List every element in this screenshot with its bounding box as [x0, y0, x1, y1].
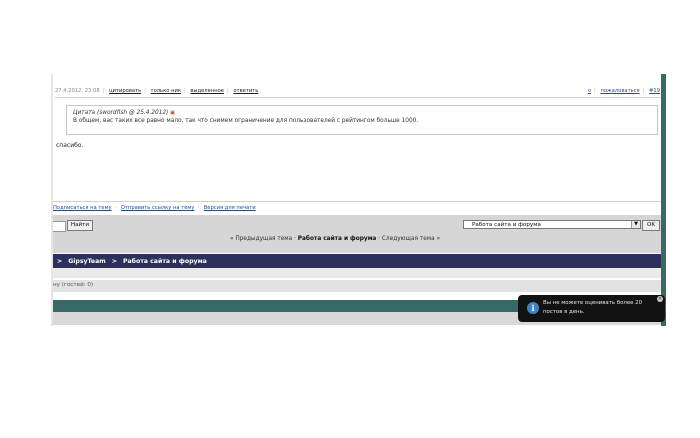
topic-links: Подписаться на тему · Отправить ссылку на…	[53, 205, 256, 211]
find-button[interactable]: Найти	[67, 220, 93, 231]
nick-only-link[interactable]: только ник	[151, 88, 181, 94]
post-divider	[55, 97, 661, 98]
post-date: 27.4.2012, 23:08	[55, 88, 100, 94]
quote-header: Цитата (swordfish @ 25.4.2012) ▣	[73, 110, 175, 116]
online-users-bar	[53, 280, 661, 292]
toast-message: Вы не можете оценивать более 20 постов в…	[543, 300, 643, 315]
breadcrumb-forum[interactable]: Работа сайта и форума	[123, 258, 207, 265]
report-link[interactable]: пожаловаться	[600, 88, 639, 94]
selected-link[interactable]: выделенное	[190, 88, 224, 94]
subscribe-link[interactable]: Подписаться на тему	[53, 205, 112, 211]
forum-select[interactable]: Работа сайта и форума ▼	[463, 220, 641, 229]
info-icon: i	[527, 302, 539, 314]
online-users-text: ну (гостей: 0)	[53, 282, 94, 288]
post-bottom-divider	[53, 201, 661, 202]
spacer-strip	[53, 268, 661, 278]
search-input[interactable]	[53, 221, 66, 232]
breadcrumb: > GipsyTeam > Работа сайта и форума	[57, 258, 207, 265]
jump-to-quote-icon[interactable]: ▣	[170, 110, 175, 116]
right-border-strip	[661, 74, 666, 326]
reply-link[interactable]: ответить	[233, 88, 258, 94]
post-body-text: спасибо.	[56, 142, 84, 149]
prev-topic-link[interactable]: « Предыдущая тема	[230, 236, 292, 242]
quote-link[interactable]: цитировать	[109, 88, 141, 94]
breadcrumb-home[interactable]: GipsyTeam	[68, 258, 106, 265]
topic-navigation: « Предыдущая тема · Работа сайта и форум…	[230, 236, 441, 242]
rating-link[interactable]: о	[588, 88, 591, 94]
forum-select-value: Работа сайта и форума	[472, 222, 541, 228]
print-version-link[interactable]: Версия для печати	[204, 205, 256, 211]
post-number-link[interactable]: #19	[649, 88, 660, 94]
dropdown-arrow-icon[interactable]: ▼	[631, 221, 640, 228]
post-meta-right: о | пожаловаться | #19	[587, 88, 660, 94]
send-link-link[interactable]: Отправить ссылку на тему	[121, 205, 195, 211]
quote-author: Цитата (swordfish @ 25.4.2012)	[73, 110, 169, 116]
ok-button[interactable]: OK	[642, 220, 660, 231]
post-meta-bar: 27.4.2012, 23:08 | цитировать | только ник…	[55, 88, 259, 94]
quote-text: В общем, вас таких все равно мало, так ч…	[73, 118, 419, 124]
next-topic-link[interactable]: Следующая тема »	[382, 236, 440, 242]
close-icon[interactable]: ×	[657, 296, 663, 302]
current-topic: Работа сайта и форума	[297, 236, 377, 242]
